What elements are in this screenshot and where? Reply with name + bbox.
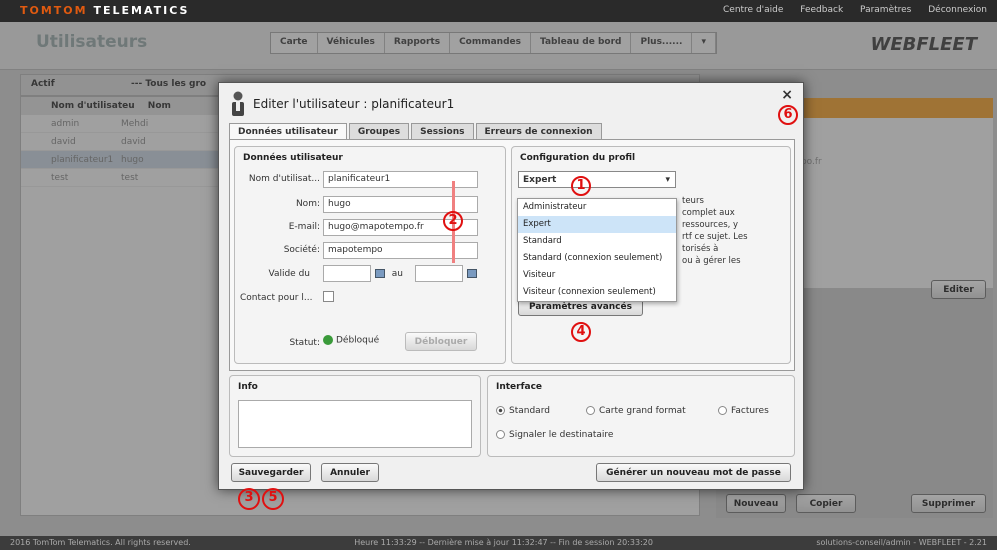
annotation-marker-3: 3 <box>238 488 260 510</box>
calendar-icon[interactable] <box>467 269 477 278</box>
dialog-title: Editer l'utilisateur : planificateur1 <box>253 97 455 111</box>
close-icon[interactable]: × <box>781 87 793 103</box>
tab-sessions[interactable]: Sessions <box>411 123 474 140</box>
email-label: E-mail: <box>288 222 320 232</box>
radio-icon[interactable] <box>718 406 727 415</box>
annotation-marker-2: 2 <box>443 211 463 231</box>
brand-logo: TOMTOM TELEMATICS <box>20 4 190 17</box>
account-info: solutions-conseil/admin - WEBFLEET - 2.2… <box>816 538 987 547</box>
status-ok-icon <box>323 335 333 345</box>
contact-label: Contact pour l... <box>240 293 313 303</box>
interface-option-carte[interactable]: Carte grand format <box>586 406 686 416</box>
session-info: Heure 11:33:29 -- Dernière mise à jour 1… <box>354 538 653 547</box>
top-bar: TOMTOM TELEMATICS Centre d'aide Feedback… <box>0 0 997 22</box>
valid-to-label: au <box>391 269 403 279</box>
tab-login-errors[interactable]: Erreurs de connexion <box>475 123 602 140</box>
status-label: Statut: <box>289 338 320 348</box>
chevron-down-icon: ▾ <box>665 175 670 185</box>
annotation-marker-4: 4 <box>571 322 591 342</box>
status-value: Débloqué <box>323 335 379 346</box>
feedback-link[interactable]: Feedback <box>800 5 843 15</box>
annotation-marker-5: 5 <box>262 488 284 510</box>
help-link[interactable]: Centre d'aide <box>723 5 783 15</box>
annotation-marker-1: 1 <box>571 176 591 196</box>
profile-option[interactable]: Administrateur <box>518 199 676 216</box>
profile-option[interactable]: Expert <box>518 216 676 233</box>
username-label: Nom d'utilisat... <box>248 174 320 184</box>
profile-dropdown-list: Administrateur Expert Standard Standard … <box>517 198 677 302</box>
radio-icon[interactable] <box>496 406 505 415</box>
tab-groups[interactable]: Groupes <box>348 123 410 140</box>
radio-icon[interactable] <box>586 406 595 415</box>
top-links: Centre d'aide Feedback Paramètres Déconn… <box>709 5 987 15</box>
profile-option[interactable]: Standard (connexion seulement) <box>518 250 676 267</box>
edit-user-dialog: Editer l'utilisateur : planificateur1 × … <box>218 82 804 490</box>
profile-option[interactable]: Visiteur (connexion seulement) <box>518 284 676 301</box>
profile-option[interactable]: Visiteur <box>518 267 676 284</box>
interface-option-standard[interactable]: Standard <box>496 406 550 416</box>
logout-link[interactable]: Déconnexion <box>928 5 987 15</box>
dialog-tabs: Données utilisateur Groupes Sessions Err… <box>229 123 604 140</box>
name-label: Nom: <box>295 199 320 209</box>
annotation-marker-6: 6 <box>778 105 798 125</box>
info-heading: Info <box>238 382 258 392</box>
unlock-button[interactable]: Débloquer <box>405 332 477 351</box>
interface-option-factures[interactable]: Factures <box>718 406 769 416</box>
profile-description: teurs complet aux ressources, y rtf ce suj… <box>682 196 748 266</box>
user-data-heading: Données utilisateur <box>243 153 343 163</box>
user-data-section: Données utilisateur Nom d'utilisat... pl… <box>234 146 506 364</box>
profile-option[interactable]: Standard <box>518 233 676 250</box>
tab-user-data[interactable]: Données utilisateur <box>229 123 347 140</box>
generate-password-button[interactable]: Générer un nouveau mot de passe <box>596 463 791 482</box>
interface-heading: Interface <box>496 382 543 392</box>
copyright: 2016 TomTom Telematics. All rights reser… <box>10 538 191 547</box>
notify-recipient-option[interactable]: Signaler le destinataire <box>496 430 613 440</box>
company-label: Société: <box>283 245 320 255</box>
save-button[interactable]: Sauvegarder <box>231 463 311 482</box>
settings-link[interactable]: Paramètres <box>860 5 911 15</box>
interface-section: Interface Standard Carte grand format Fa… <box>487 375 795 457</box>
info-section: Info <box>229 375 481 457</box>
tab-panel: Données utilisateur Nom d'utilisat... pl… <box>229 139 795 371</box>
user-icon <box>232 91 244 116</box>
valid-from-label: Valide du <box>268 269 310 279</box>
radio-icon[interactable] <box>496 430 505 439</box>
cancel-button[interactable]: Annuler <box>321 463 379 482</box>
info-textarea[interactable] <box>238 400 472 448</box>
contact-checkbox[interactable] <box>323 291 334 302</box>
valid-to-input[interactable] <box>415 265 463 282</box>
profile-heading: Configuration du profil <box>520 153 636 163</box>
profile-select[interactable]: Expert ▾ <box>518 171 676 188</box>
status-footer: 2016 TomTom Telematics. All rights reser… <box>0 536 997 550</box>
